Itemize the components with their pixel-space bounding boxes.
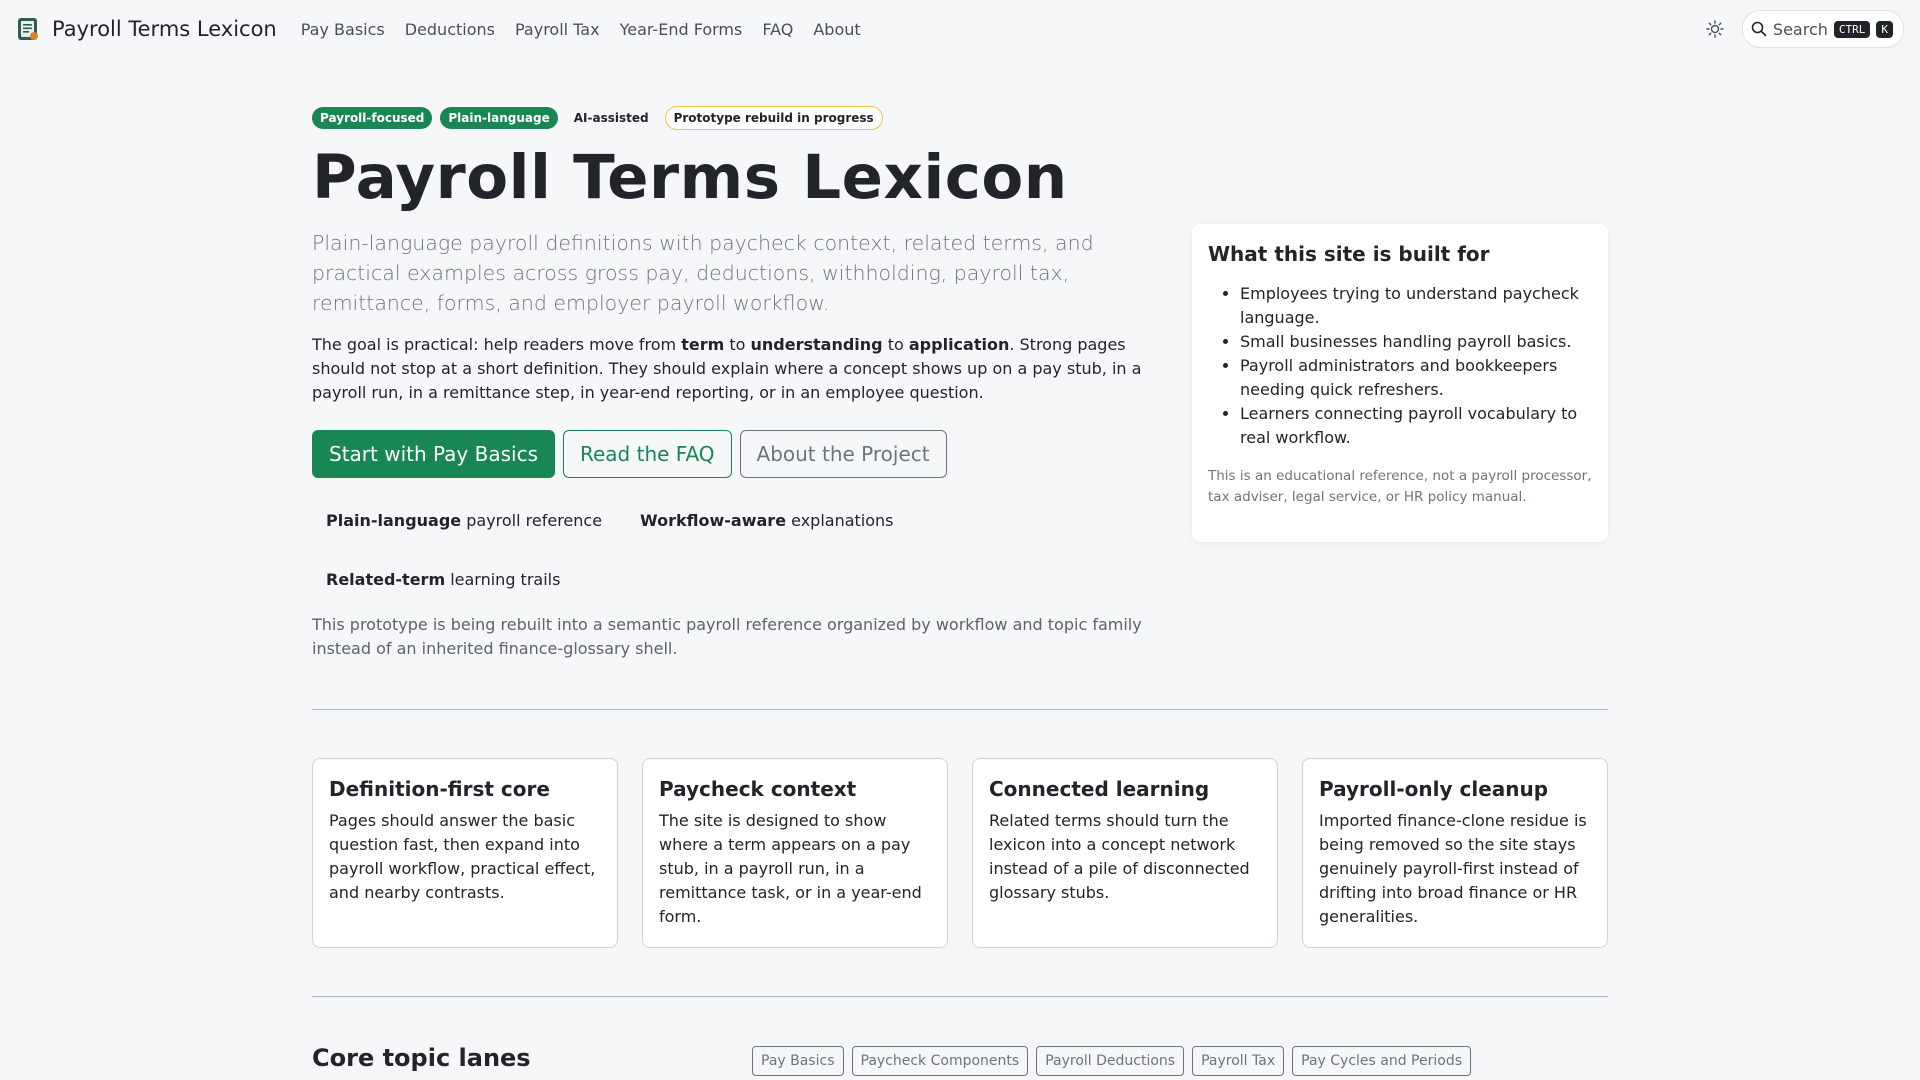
search-icon <box>1751 21 1767 37</box>
card-title: Payroll-only cleanup <box>1319 777 1549 801</box>
hero-badges: Payroll-focused Plain-language AI-assist… <box>312 106 883 130</box>
audience-list-item: Employees trying to understand paycheck … <box>1240 282 1592 330</box>
topic-chip-pay-cycles[interactable]: Pay Cycles and Periods <box>1292 1046 1471 1076</box>
audience-card-title: What this site is built for <box>1208 242 1490 266</box>
goal-emphasis-application: application <box>908 335 1010 354</box>
topic-lane-chips: Pay Basics Paycheck Components Payroll D… <box>752 1046 1471 1076</box>
search-shortcut-k: K <box>1876 20 1893 38</box>
card-title: Connected learning <box>989 777 1210 801</box>
feature-text: explanations <box>786 511 894 530</box>
hero-features: Plain-language payroll reference Workflo… <box>312 505 1182 623</box>
principle-card: Connected learning Related terms should … <box>972 758 1278 948</box>
hero-cta-group: Start with Pay Basics Read the FAQ About… <box>312 430 947 478</box>
brand-link[interactable]: Payroll Terms Lexicon <box>16 17 277 41</box>
principle-card: Definition-first core Pages should answe… <box>312 758 618 948</box>
card-text: The site is designed to show where a ter… <box>659 811 922 926</box>
hero-lead: Plain-language payroll definitions with … <box>312 231 1094 315</box>
ledger-logo-icon <box>18 18 38 40</box>
nav-actions: Search CTRL K <box>1698 10 1904 48</box>
feature-text: payroll reference <box>461 511 603 530</box>
nav-link-deductions[interactable]: Deductions <box>395 20 505 39</box>
goal-emphasis-term: term <box>681 335 725 354</box>
nav-link-payroll-tax[interactable]: Payroll Tax <box>505 20 610 39</box>
about-project-button[interactable]: About the Project <box>739 430 947 478</box>
feature-text: learning trails <box>445 570 561 589</box>
section-divider <box>312 996 1608 997</box>
principle-cards: Definition-first core Pages should answe… <box>312 758 1608 948</box>
nav-link-pay-basics[interactable]: Pay Basics <box>291 20 395 39</box>
hero-goal-paragraph: The goal is practical: help readers move… <box>312 333 1182 405</box>
feature-item: Related-term learning trails <box>312 564 574 595</box>
badge-payroll-focused: Payroll-focused <box>312 107 433 129</box>
page-title: Payroll Terms Lexicon <box>312 142 1068 213</box>
audience-list-item: Learners connecting payroll vocabulary t… <box>1240 402 1592 450</box>
principle-card: Payroll-only cleanup Imported finance-cl… <box>1302 758 1608 948</box>
section-divider <box>312 709 1608 710</box>
goal-text: The goal is practical: help readers move… <box>312 335 682 354</box>
card-title: Paycheck context <box>659 777 857 801</box>
search-button[interactable]: Search CTRL K <box>1741 10 1904 48</box>
nav-link-year-end-forms[interactable]: Year-End Forms <box>610 20 753 39</box>
goal-text: to <box>882 335 909 354</box>
feature-bold: Plain-language <box>326 511 462 530</box>
read-faq-button[interactable]: Read the FAQ <box>562 430 732 478</box>
card-text: Pages should answer the basic question f… <box>329 811 596 902</box>
search-label: Search <box>1772 19 1828 39</box>
badge-prototype-rebuild: Prototype rebuild in progress <box>664 106 883 130</box>
audience-list-item: Payroll administrators and bookkeepers n… <box>1240 354 1592 402</box>
feature-item: Plain-language payroll reference <box>312 505 616 536</box>
brand-title: Payroll Terms Lexicon <box>52 17 277 41</box>
nav-link-about[interactable]: About <box>803 20 870 39</box>
theme-toggle-button[interactable] <box>1698 12 1732 46</box>
search-shortcut-ctrl: CTRL <box>1833 20 1871 38</box>
audience-card: What this site is built for Employees tr… <box>1192 224 1608 542</box>
card-text: Imported finance-clone residue is being … <box>1319 811 1587 926</box>
feature-item: Workflow-aware explanations <box>626 505 907 536</box>
main-nav: Pay Basics Deductions Payroll Tax Year-E… <box>291 20 871 39</box>
topic-lanes-title: Core topic lanes <box>312 1044 531 1072</box>
goal-text: to <box>724 335 751 354</box>
audience-list-item: Small businesses handling payroll basics… <box>1240 330 1592 354</box>
prototype-note: This prototype is being rebuilt into a s… <box>312 615 1142 658</box>
card-text: Related terms should turn the lexicon in… <box>989 811 1250 902</box>
badge-ai-assisted: AI-assisted <box>573 111 649 125</box>
card-title: Definition-first core <box>329 777 550 801</box>
topic-chip-payroll-deductions[interactable]: Payroll Deductions <box>1036 1046 1185 1076</box>
audience-list: Employees trying to understand paycheck … <box>1208 282 1592 450</box>
disclaimer-note: This is an educational reference, not a … <box>1208 468 1592 505</box>
feature-bold: Related-term <box>326 570 446 589</box>
start-pay-basics-button[interactable]: Start with Pay Basics <box>312 430 555 478</box>
badge-plain-language: Plain-language <box>440 107 558 129</box>
sun-icon <box>1706 20 1724 38</box>
topic-chip-paycheck-components[interactable]: Paycheck Components <box>851 1046 1029 1076</box>
feature-bold: Workflow-aware <box>640 511 787 530</box>
nav-link-faq[interactable]: FAQ <box>752 20 803 39</box>
topic-chip-payroll-tax[interactable]: Payroll Tax <box>1192 1046 1285 1076</box>
principle-card: Paycheck context The site is designed to… <box>642 758 948 948</box>
top-navbar: Payroll Terms Lexicon Pay Basics Deducti… <box>0 0 1920 58</box>
goal-emphasis-understanding: understanding <box>750 335 883 354</box>
topic-chip-pay-basics[interactable]: Pay Basics <box>752 1046 844 1076</box>
